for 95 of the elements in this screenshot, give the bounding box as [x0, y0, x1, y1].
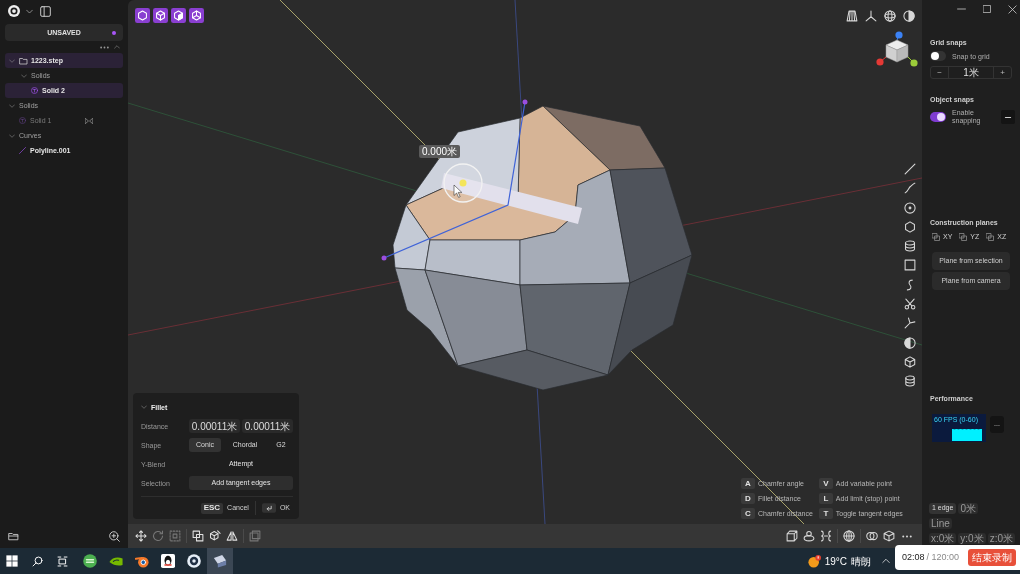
logo-icon[interactable]: [8, 5, 20, 17]
zoom-in-icon[interactable]: [109, 530, 120, 542]
copy-icon[interactable]: [192, 530, 204, 542]
spline-icon[interactable]: [904, 278, 916, 291]
selection-chip: y:0米: [958, 533, 986, 544]
perspective-grid-icon[interactable]: [846, 10, 858, 22]
orbit-app-icon: [135, 554, 149, 568]
branch-icon[interactable]: [904, 317, 916, 330]
taskbar-button[interactable]: [207, 548, 233, 574]
hexagon-icon[interactable]: [135, 8, 150, 23]
weather-condition: 晴朗: [851, 554, 871, 569]
contrast-icon[interactable]: [903, 10, 915, 22]
cube-icon[interactable]: [153, 8, 168, 23]
more-icon[interactable]: [100, 45, 109, 49]
circle-icon[interactable]: [904, 201, 916, 214]
close-icon[interactable]: [1008, 4, 1017, 14]
distance-field[interactable]: 0.00011米: [242, 419, 293, 433]
cube-icon[interactable]: [883, 530, 895, 542]
solid-icon: [19, 117, 26, 124]
axis-dot-icon[interactable]: [876, 58, 884, 66]
selection-chip: x:0米: [929, 533, 957, 544]
increment-button[interactable]: +: [993, 67, 1011, 78]
planes-icon: [959, 233, 968, 241]
cursor-icon: [453, 184, 463, 198]
selection-chip: z:0米: [987, 533, 1016, 544]
shortcut-key: A: [741, 478, 755, 489]
shortcut-key: T: [818, 508, 833, 519]
stepper-value: 1米: [962, 67, 980, 78]
snap-point-icon: [443, 163, 483, 203]
solid-model-drawing[interactable]: [392, 105, 693, 391]
shortcut-key: ESC: [200, 502, 224, 514]
axes-icon[interactable]: [865, 10, 877, 22]
folder-icon[interactable]: [8, 531, 19, 541]
panel-toggle-icon[interactable]: [40, 5, 51, 17]
toggle-switch[interactable]: [930, 51, 946, 61]
move-icon[interactable]: [135, 530, 147, 542]
line-icon[interactable]: [904, 163, 916, 175]
enter-key-icon: [261, 503, 276, 513]
search-icon[interactable]: [32, 555, 43, 567]
square-icon[interactable]: [904, 259, 916, 272]
cylinder-icon[interactable]: [904, 375, 916, 388]
scissors-icon[interactable]: [904, 298, 916, 311]
planes-icon: [986, 233, 995, 241]
handle-icon[interactable]: [522, 99, 528, 105]
cube-icon[interactable]: [171, 8, 186, 23]
more-icon[interactable]: [902, 534, 912, 538]
shortcut-key: V: [818, 478, 833, 489]
circle-on-ellipse-icon[interactable]: [803, 530, 815, 542]
ring-app-icon: [187, 554, 201, 568]
mirror-icon[interactable]: [226, 530, 238, 542]
weather-icon[interactable]: [807, 554, 821, 568]
solid-icon: [31, 87, 38, 94]
bowtie-icon[interactable]: [85, 117, 93, 124]
tile-app-icon: [213, 554, 227, 568]
elapsed-time: 02:08: [902, 550, 925, 564]
folder-icon: [19, 56, 28, 65]
decrement-button[interactable]: −: [931, 67, 949, 78]
axis-dot-icon[interactable]: [910, 59, 918, 67]
distance-field[interactable]: 0.00011米: [189, 419, 240, 433]
contrast-icon[interactable]: [904, 336, 916, 349]
gizmo-line[interactable]: [383, 101, 526, 259]
sphere-icon[interactable]: [884, 10, 896, 22]
selection-chip: Line: [929, 518, 952, 529]
box-icon[interactable]: [786, 530, 798, 542]
number-stepper[interactable]: − 1米 +: [930, 66, 1012, 79]
chevron-up-icon[interactable]: [882, 557, 890, 565]
handle-icon[interactable]: [381, 255, 387, 261]
maximize-icon[interactable]: [983, 5, 991, 13]
cube-icon[interactable]: [209, 530, 221, 542]
line-icon: [19, 147, 26, 154]
temperature: 19°C: [824, 554, 847, 569]
overlap-icon[interactable]: [866, 530, 878, 542]
cube-icon[interactable]: [904, 355, 916, 368]
shortcut-key: C: [741, 508, 755, 519]
minus-icon[interactable]: [1001, 110, 1015, 124]
viewport-canvas[interactable]: [128, 0, 922, 524]
brackets-icon[interactable]: [820, 530, 832, 542]
time-limit: / 120:00: [926, 550, 960, 564]
shortcut-key: D: [741, 493, 755, 504]
selection-chip: 0米: [958, 503, 978, 514]
database-icon[interactable]: [904, 240, 916, 253]
planes-icon: [932, 233, 940, 241]
globe-icon[interactable]: [843, 530, 855, 542]
shortcut-key: L: [818, 493, 833, 504]
penguin-app-icon: [161, 554, 175, 568]
hexagon-icon[interactable]: [904, 220, 916, 233]
start-icon[interactable]: [6, 555, 18, 567]
task-view-icon[interactable]: [57, 555, 68, 567]
snap-tooltip: 0.000米: [419, 145, 461, 158]
curve-icon[interactable]: [904, 182, 916, 195]
axis-dot-icon[interactable]: [895, 31, 903, 39]
stop-recording-button[interactable]: 结束录制: [968, 549, 1016, 566]
disc-app-icon: [83, 554, 97, 568]
toggle-switch[interactable]: [930, 112, 946, 122]
cube-icon[interactable]: [189, 8, 204, 23]
